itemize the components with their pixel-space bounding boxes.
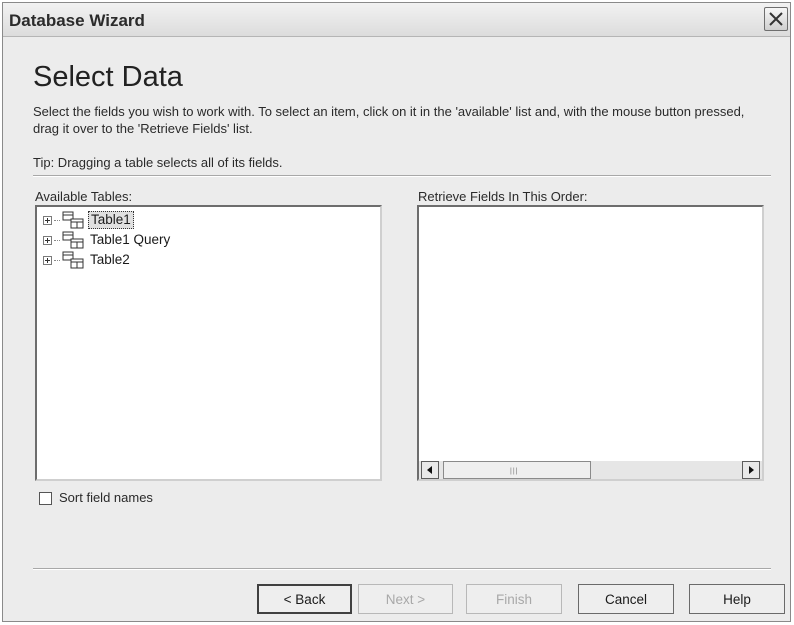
sort-field-names-label[interactable]: Sort field names [59,490,153,505]
tree-item-label: Table1 Query [90,232,171,247]
tip-text: Tip: Dragging a table selects all of its… [33,155,283,170]
arrow-right-icon [749,466,754,474]
sort-field-names-checkbox[interactable] [39,492,52,505]
finish-button[interactable]: Finish [466,584,562,614]
scroll-grip: ||| [510,468,519,475]
tree-connector [54,259,60,261]
scroll-right-button[interactable] [742,461,760,479]
table-icon [62,211,84,229]
retrieve-fields-list[interactable]: ||| [417,205,764,481]
page-title: Select Data [33,61,183,93]
back-button[interactable]: < Back [257,584,352,614]
scroll-left-button[interactable] [421,461,439,479]
window-title: Database Wizard [9,11,145,30]
footer-divider [33,568,771,570]
tree-item-table2[interactable]: Table2 [43,250,132,270]
plus-expander-icon[interactable] [43,215,52,225]
help-button[interactable]: Help [689,584,785,614]
close-button[interactable] [764,7,788,31]
table-icon [62,251,84,269]
available-tables-list[interactable]: Table1 Table1 Query Table2 [35,205,382,481]
retrieve-fields-label: Retrieve Fields In This Order: [418,189,588,204]
next-button[interactable]: Next > [358,584,453,614]
header-divider [33,175,771,177]
cancel-button[interactable]: Cancel [578,584,674,614]
tree-item-label: Table2 [90,252,130,267]
plus-expander-icon[interactable] [43,235,52,245]
scroll-thumb[interactable]: ||| [443,461,591,479]
arrow-left-icon [427,466,432,474]
available-tables-label: Available Tables: [35,189,133,204]
table-icon [62,231,84,249]
tree-connector [54,219,60,221]
title-bar: Database Wizard [3,3,790,37]
page-description: Select the fields you wish to work with.… [33,104,745,136]
close-icon [769,12,783,26]
database-wizard-window: Database Wizard Select Data Select the f… [2,2,791,622]
tree-item-table1-query[interactable]: Table1 Query [43,230,172,250]
tree-item-table1[interactable]: Table1 [43,210,134,230]
horizontal-scrollbar[interactable]: ||| [419,461,762,479]
tree-item-label: Table1 [88,211,134,229]
tree-connector [54,239,60,241]
plus-expander-icon[interactable] [43,255,52,265]
